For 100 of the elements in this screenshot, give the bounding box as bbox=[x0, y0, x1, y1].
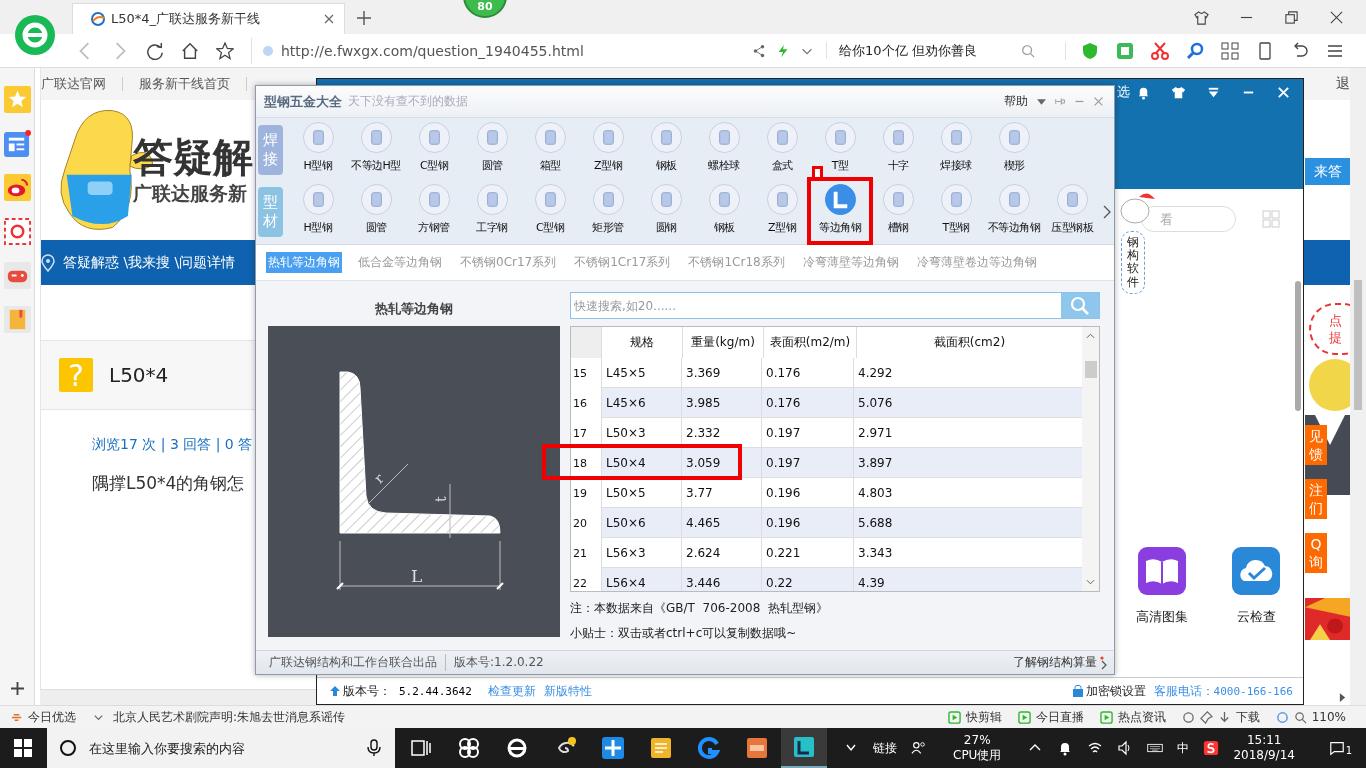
sogou-icon[interactable] bbox=[1203, 740, 1220, 756]
pinwheel-icon[interactable] bbox=[457, 736, 481, 760]
close-icon[interactable] bbox=[324, 14, 334, 24]
zoom-level[interactable]: 110% bbox=[1311, 710, 1346, 724]
section-type-button[interactable]: 圆钢 bbox=[637, 183, 695, 241]
magnifier-icon[interactable] bbox=[1186, 41, 1204, 60]
section-type-button[interactable]: 等边角钢 bbox=[811, 183, 869, 241]
new-tab-icon[interactable] bbox=[357, 11, 371, 25]
table-scrollbar[interactable] bbox=[1082, 327, 1099, 591]
footer-link[interactable]: 新版特性 bbox=[543, 682, 592, 700]
scrollbar-thumb[interactable] bbox=[1084, 361, 1097, 378]
browser-tab[interactable]: L50*4_广联达服务新干线 bbox=[72, 3, 345, 34]
section-type-button[interactable]: 十字 bbox=[869, 121, 927, 179]
section-type-button[interactable]: 方钢管 bbox=[405, 183, 463, 241]
input-method-indicator[interactable]: 中 bbox=[1177, 739, 1190, 757]
section-type-button[interactable]: 矩形管 bbox=[579, 183, 637, 241]
cloud-check-app-icon[interactable] bbox=[1232, 547, 1280, 595]
restore-icon[interactable] bbox=[1284, 10, 1299, 25]
section-type-button[interactable]: 压型钢板 bbox=[1043, 183, 1101, 241]
close-icon[interactable] bbox=[1276, 84, 1291, 100]
section-type-button[interactable]: 焊接球 bbox=[927, 121, 985, 179]
shirt-icon[interactable] bbox=[1194, 10, 1209, 25]
news-icon[interactable] bbox=[3, 130, 31, 157]
news-ticker[interactable]: 北京人民艺术剧院声明:朱旭去世消息系谣传 bbox=[113, 708, 346, 726]
apps-icon[interactable] bbox=[1221, 41, 1239, 60]
book-icon[interactable] bbox=[3, 306, 31, 333]
refresh-icon[interactable] bbox=[1181, 710, 1195, 724]
address-field[interactable]: http://e.fwxgx.com/question_1940455.html bbox=[251, 37, 742, 64]
gamepad-icon[interactable] bbox=[3, 262, 31, 289]
clock[interactable]: 15:11 2018/9/14 bbox=[1233, 733, 1295, 763]
section-type-button[interactable]: 圆管 bbox=[463, 121, 521, 179]
section-type-button[interactable]: T型钢 bbox=[927, 183, 985, 241]
windows-logo-icon[interactable] bbox=[14, 739, 32, 757]
scroll-down-icon[interactable] bbox=[1086, 579, 1095, 585]
column-header[interactable]: 表面积(m2/m) bbox=[763, 327, 856, 358]
column-header[interactable]: 规格 bbox=[601, 327, 682, 358]
status-link[interactable]: 今日优选 bbox=[28, 708, 76, 726]
learn-more-link[interactable]: 了解钢结构算量 bbox=[1013, 654, 1097, 671]
notification-button[interactable]: 1 bbox=[1326, 738, 1354, 758]
logout-link[interactable]: 退 bbox=[1336, 75, 1350, 93]
section-type-button[interactable]: Z型钢 bbox=[753, 183, 811, 241]
search-field[interactable]: 给你10个亿 但劝你善良 bbox=[826, 42, 1037, 59]
header-link[interactable]: 选 bbox=[1117, 83, 1130, 101]
column-header[interactable]: 重量(kg/m) bbox=[682, 327, 763, 358]
section-type-button[interactable]: 盒式 bbox=[753, 121, 811, 179]
shield-icon[interactable] bbox=[1081, 41, 1099, 60]
shirt-icon[interactable] bbox=[1171, 84, 1186, 100]
scroll-up-icon[interactable] bbox=[1086, 333, 1095, 339]
status-link[interactable]: 今日直播 bbox=[1035, 708, 1084, 726]
section-type-button[interactable]: 圆管 bbox=[347, 183, 405, 241]
browser-icon[interactable] bbox=[505, 736, 529, 760]
horizontal-scrollbar[interactable] bbox=[40, 689, 316, 705]
section-type-button[interactable]: 箱型 bbox=[521, 121, 579, 179]
app-label[interactable]: 云检查 bbox=[1236, 608, 1276, 626]
star-icon[interactable] bbox=[216, 41, 234, 60]
download-link[interactable]: 下载 bbox=[1235, 708, 1260, 726]
cpu-meter[interactable]: 27% CPU使用 bbox=[953, 733, 1002, 763]
microphone-icon[interactable] bbox=[365, 739, 383, 757]
section-type-button[interactable]: 不等边角钢 bbox=[985, 183, 1043, 241]
weibo-icon[interactable] bbox=[3, 174, 31, 201]
cross-app-icon[interactable] bbox=[601, 736, 625, 760]
mail-icon[interactable] bbox=[3, 218, 31, 245]
share-icon[interactable] bbox=[752, 43, 766, 58]
nav-link[interactable]: 服务新干线首页 bbox=[139, 77, 247, 91]
search-input[interactable]: 在这里输入你要搜索的内容 bbox=[87, 739, 365, 757]
close-icon[interactable] bbox=[1329, 10, 1344, 25]
phone-icon[interactable] bbox=[1256, 41, 1274, 60]
search-input[interactable]: 看 bbox=[1158, 210, 1222, 228]
footer-link[interactable]: 检查更新 bbox=[487, 682, 536, 700]
nav-link[interactable]: 广联达官网 bbox=[41, 77, 123, 91]
swirl-app-icon[interactable] bbox=[697, 736, 721, 760]
section-type-button[interactable]: 槽钢 bbox=[869, 183, 927, 241]
book-app-icon[interactable] bbox=[1138, 547, 1186, 595]
zoom-icon[interactable] bbox=[1293, 710, 1307, 724]
section-type-button[interactable]: Z型钢 bbox=[579, 121, 637, 179]
section-type-button[interactable]: 钢板 bbox=[695, 183, 753, 241]
home-icon[interactable] bbox=[181, 41, 199, 60]
people-icon[interactable] bbox=[911, 740, 927, 756]
pin-icon[interactable] bbox=[1199, 710, 1213, 724]
caret-icon[interactable] bbox=[1036, 96, 1047, 107]
help-menu[interactable]: 帮助 bbox=[1004, 93, 1028, 110]
notepad-icon[interactable] bbox=[649, 736, 673, 760]
section-type-button[interactable]: C型钢 bbox=[405, 121, 463, 179]
lightning-icon[interactable] bbox=[776, 43, 790, 58]
search-icon[interactable] bbox=[1021, 43, 1035, 58]
section-type-button[interactable]: 楔形 bbox=[985, 121, 1043, 179]
section-type-button[interactable]: C型钢 bbox=[521, 183, 579, 241]
add-icon[interactable] bbox=[10, 682, 24, 695]
vertical-scrollbar[interactable] bbox=[1350, 68, 1366, 705]
status-link[interactable]: 快剪辑 bbox=[965, 708, 1002, 726]
reload-icon[interactable] bbox=[146, 41, 164, 60]
chevron-right-icon[interactable] bbox=[1100, 655, 1108, 670]
links-toolbar[interactable]: 链接 bbox=[873, 739, 897, 757]
scroll-right-icon[interactable] bbox=[1339, 692, 1346, 702]
scissors-icon[interactable] bbox=[1151, 41, 1169, 60]
app-label[interactable]: 高清图集 bbox=[1136, 608, 1188, 626]
section-type-button[interactable]: 工字钢 bbox=[463, 183, 521, 241]
status-link[interactable]: 热点资讯 bbox=[1117, 708, 1166, 726]
lock-settings-link[interactable]: 加密锁设置 bbox=[1085, 682, 1146, 700]
active-app-button[interactable] bbox=[781, 728, 827, 768]
